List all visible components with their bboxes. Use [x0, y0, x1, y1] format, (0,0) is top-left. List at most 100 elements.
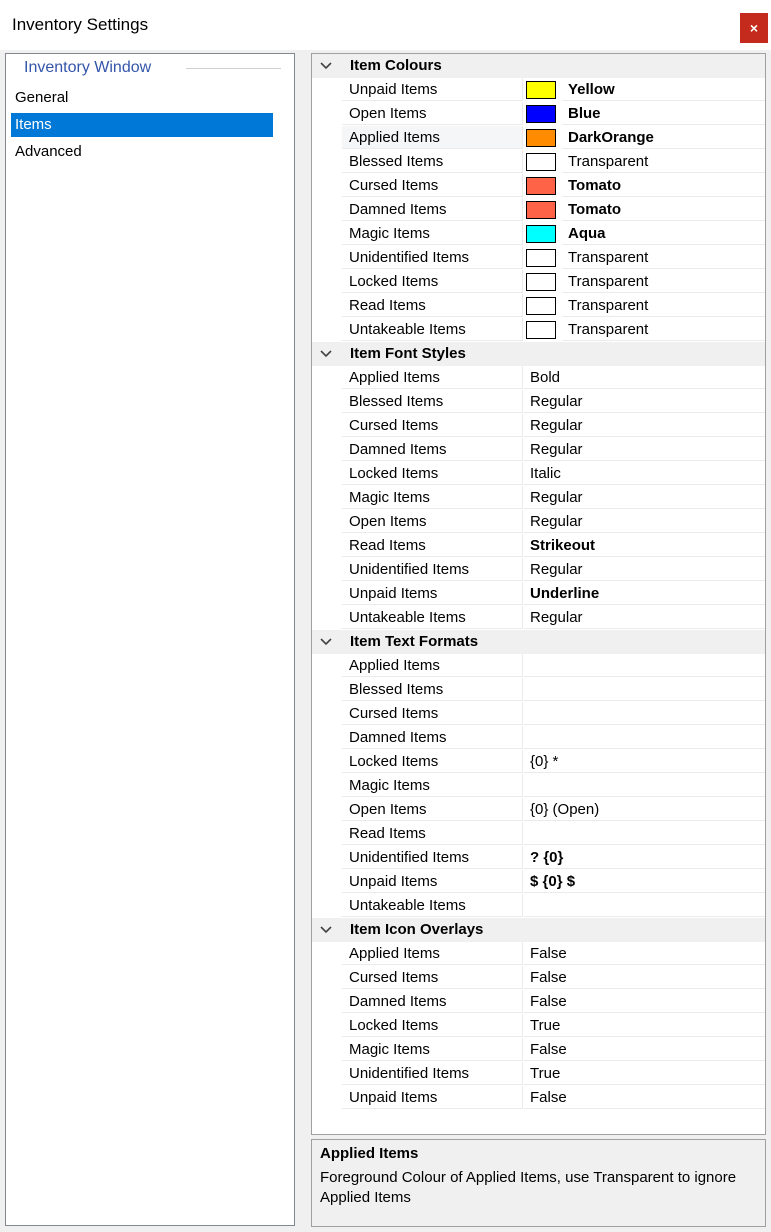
property-name[interactable]: Applied Items [342, 654, 523, 677]
property-name[interactable]: Cursed Items [342, 702, 523, 725]
property-name[interactable]: Damned Items [342, 438, 523, 461]
property-name[interactable]: Unidentified Items [342, 1062, 523, 1085]
property-row[interactable]: Open Items Regular [312, 510, 765, 534]
category-row[interactable]: Item Icon Overlays [312, 918, 765, 942]
chevron-down-icon[interactable] [318, 58, 334, 74]
chevron-down-icon[interactable] [318, 922, 334, 938]
property-value[interactable] [524, 726, 765, 749]
property-row[interactable]: Unidentified Items Transparent [312, 246, 765, 270]
property-row[interactable]: Magic Items Aqua [312, 222, 765, 246]
property-row[interactable]: Unpaid Items $ {0} $ [312, 870, 765, 894]
property-value[interactable]: Strikeout [524, 534, 765, 557]
property-value[interactable]: {0} * [524, 750, 765, 773]
property-row[interactable]: Untakeable Items [312, 894, 765, 918]
property-name[interactable]: Locked Items [342, 750, 523, 773]
property-name[interactable]: Magic Items [342, 1038, 523, 1061]
property-row[interactable]: Magic Items [312, 774, 765, 798]
property-value[interactable] [524, 894, 765, 917]
property-name[interactable]: Damned Items [342, 198, 523, 221]
property-row[interactable]: Applied Items Bold [312, 366, 765, 390]
property-value[interactable]: Bold [524, 366, 765, 389]
property-row[interactable]: Damned Items False [312, 990, 765, 1014]
property-value[interactable]: Transparent [562, 246, 765, 269]
property-value[interactable]: $ {0} $ [524, 870, 765, 893]
property-name[interactable]: Unpaid Items [342, 582, 523, 605]
property-name[interactable]: Read Items [342, 534, 523, 557]
property-name[interactable]: Untakeable Items [342, 894, 523, 917]
property-row[interactable]: Cursed Items Regular [312, 414, 765, 438]
property-name[interactable]: Damned Items [342, 726, 523, 749]
property-value[interactable] [524, 702, 765, 725]
property-name[interactable]: Magic Items [342, 486, 523, 509]
property-value[interactable]: False [524, 942, 765, 965]
property-name[interactable]: Applied Items [342, 126, 523, 149]
property-row[interactable]: Cursed Items False [312, 966, 765, 990]
property-value[interactable] [524, 678, 765, 701]
property-value[interactable]: False [524, 990, 765, 1013]
property-row[interactable]: Unpaid Items False [312, 1086, 765, 1110]
property-value[interactable] [524, 822, 765, 845]
property-row[interactable]: Unpaid Items Underline [312, 582, 765, 606]
property-row[interactable]: Unidentified Items True [312, 1062, 765, 1086]
property-value[interactable]: True [524, 1062, 765, 1085]
property-name[interactable]: Magic Items [342, 222, 523, 245]
property-row[interactable]: Locked Items {0} * [312, 750, 765, 774]
property-name[interactable]: Unpaid Items [342, 870, 523, 893]
property-row[interactable]: Applied Items False [312, 942, 765, 966]
property-row[interactable]: Unidentified Items? {0} [312, 846, 765, 870]
property-value[interactable]: Blue [562, 102, 765, 125]
property-name[interactable]: Read Items [342, 294, 523, 317]
property-row[interactable]: Locked Items True [312, 1014, 765, 1038]
property-name[interactable]: Locked Items [342, 1014, 523, 1037]
property-row[interactable]: Magic Items False [312, 1038, 765, 1062]
property-value[interactable]: False [524, 1038, 765, 1061]
property-name[interactable]: Damned Items [342, 990, 523, 1013]
property-value[interactable]: Regular [524, 558, 765, 581]
property-value[interactable]: Regular [524, 390, 765, 413]
property-row[interactable]: Open Items {0} (Open) [312, 798, 765, 822]
property-row[interactable]: Blessed Items Transparent [312, 150, 765, 174]
property-row[interactable]: Untakeable Items Transparent [312, 318, 765, 342]
property-name[interactable]: Cursed Items [342, 174, 523, 197]
property-value[interactable]: Regular [524, 486, 765, 509]
property-name[interactable]: Applied Items [342, 942, 523, 965]
property-value[interactable]: {0} (Open) [524, 798, 765, 821]
property-value[interactable]: Regular [524, 510, 765, 533]
property-name[interactable]: Open Items [342, 102, 523, 125]
property-name[interactable]: Blessed Items [342, 150, 523, 173]
property-row[interactable]: Unpaid Items Yellow [312, 78, 765, 102]
property-name[interactable]: Unidentified Items [342, 846, 523, 869]
property-name[interactable]: Open Items [342, 798, 523, 821]
property-value[interactable]: Transparent [562, 150, 765, 173]
property-value[interactable]: Regular [524, 414, 765, 437]
property-value[interactable]: Transparent [562, 294, 765, 317]
property-value[interactable]: False [524, 1086, 765, 1109]
property-row[interactable]: Applied Items [312, 654, 765, 678]
property-name[interactable]: Unidentified Items [342, 558, 523, 581]
property-value[interactable] [524, 774, 765, 797]
property-name[interactable]: Locked Items [342, 462, 523, 485]
property-name[interactable]: Untakeable Items [342, 606, 523, 629]
property-name[interactable]: Untakeable Items [342, 318, 523, 341]
property-name[interactable]: Unidentified Items [342, 246, 523, 269]
property-value[interactable] [524, 654, 765, 677]
property-row[interactable]: Unidentified Items Regular [312, 558, 765, 582]
property-value[interactable]: ? {0} [524, 846, 765, 869]
property-row[interactable]: Read Items [312, 822, 765, 846]
property-row[interactable]: Cursed Items Tomato [312, 174, 765, 198]
property-name[interactable]: Cursed Items [342, 966, 523, 989]
property-row[interactable]: Damned Items [312, 726, 765, 750]
property-value[interactable]: Regular [524, 438, 765, 461]
property-row[interactable]: Untakeable Items Regular [312, 606, 765, 630]
property-value[interactable]: Transparent [562, 318, 765, 341]
property-row[interactable]: Open Items Blue [312, 102, 765, 126]
property-value[interactable]: Transparent [562, 270, 765, 293]
nav-item-items[interactable]: Items [11, 113, 273, 137]
property-row[interactable]: Magic Items Regular [312, 486, 765, 510]
property-value[interactable]: Tomato [562, 174, 765, 197]
category-row[interactable]: Item Text Formats [312, 630, 765, 654]
property-name[interactable]: Locked Items [342, 270, 523, 293]
property-value[interactable]: Yellow [562, 78, 765, 101]
property-row[interactable]: Damned Items Regular [312, 438, 765, 462]
property-row[interactable]: Read Items Strikeout [312, 534, 765, 558]
